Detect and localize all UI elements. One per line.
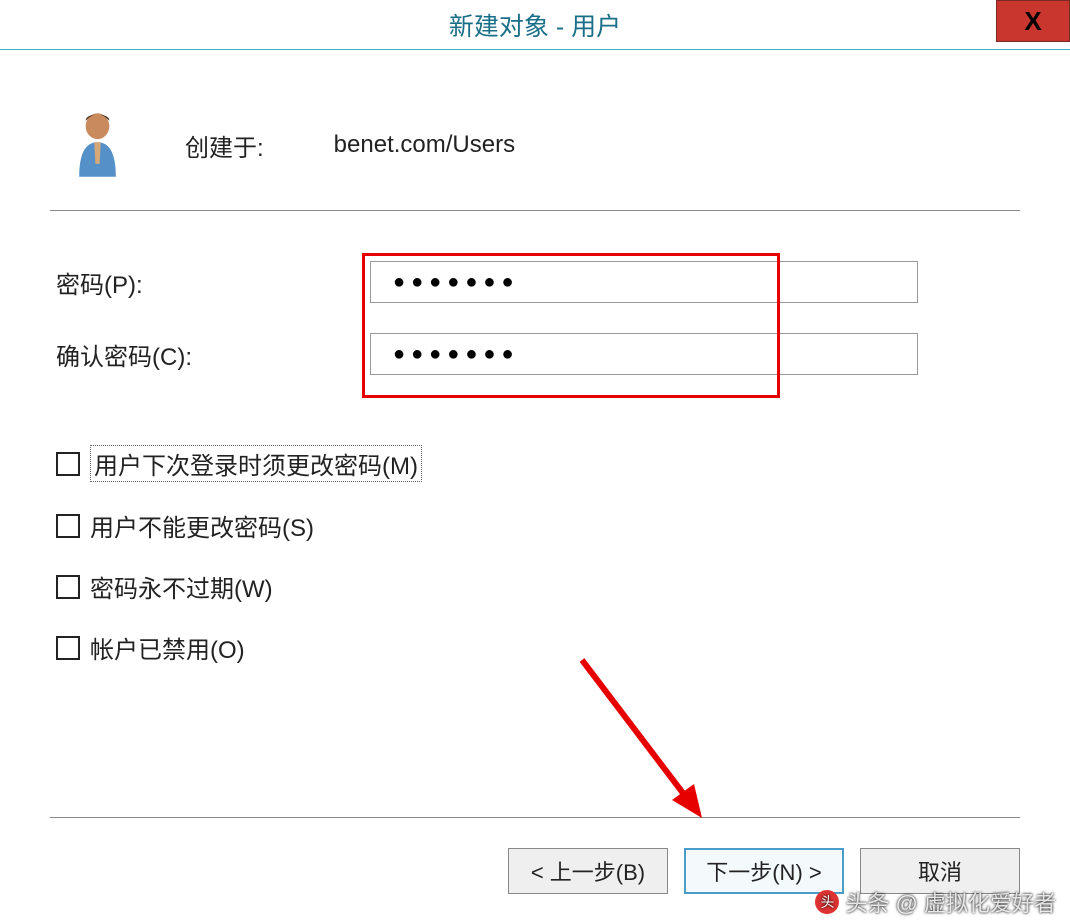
footer-divider <box>50 817 1020 818</box>
checkbox-label: 密码永不过期(W) <box>90 569 273 604</box>
checkbox-icon <box>56 636 80 660</box>
checkbox-icon <box>56 452 80 476</box>
window-title: 新建对象 - 用户 <box>449 7 621 43</box>
checkbox-change-password-next-logon[interactable]: 用户下次登录时须更改密码(M) <box>56 445 1020 482</box>
checkbox-label: 用户下次登录时须更改密码(M) <box>90 445 422 482</box>
dialog-content: 创建于: benet.com/Users 密码(P): 确认密码(C): 用户下… <box>0 50 1070 665</box>
titlebar: 新建对象 - 用户 X <box>0 0 1070 50</box>
close-button[interactable]: X <box>996 0 1070 42</box>
confirm-password-label: 确认密码(C): <box>50 337 370 372</box>
created-in-value: benet.com/Users <box>334 131 515 159</box>
form-area: 密码(P): 确认密码(C): 用户下次登录时须更改密码(M) 用户不能更改密码… <box>50 211 1020 665</box>
checkbox-icon <box>56 575 80 599</box>
header-row: 创建于: benet.com/Users <box>50 90 1020 210</box>
password-input[interactable] <box>370 261 918 303</box>
checkbox-account-disabled[interactable]: 帐户已禁用(O) <box>56 630 1020 665</box>
arrow-annotation <box>562 640 742 840</box>
password-row: 密码(P): <box>50 261 1020 303</box>
checkbox-label: 帐户已禁用(O) <box>90 630 245 665</box>
checkbox-cannot-change-password[interactable]: 用户不能更改密码(S) <box>56 508 1020 543</box>
checkbox-group: 用户下次登录时须更改密码(M) 用户不能更改密码(S) 密码永不过期(W) 帐户… <box>50 405 1020 665</box>
password-label: 密码(P): <box>50 265 370 300</box>
checkbox-icon <box>56 514 80 538</box>
checkbox-label: 用户不能更改密码(S) <box>90 508 314 543</box>
checkbox-password-never-expires[interactable]: 密码永不过期(W) <box>56 569 1020 604</box>
watermark-text: 头条 @ 虚拟化爱好者 <box>845 886 1056 918</box>
confirm-password-input[interactable] <box>370 333 918 375</box>
watermark-logo-icon: 头 <box>815 890 839 914</box>
created-in-label: 创建于: <box>185 128 264 163</box>
watermark: 头 头条 @ 虚拟化爱好者 <box>815 886 1056 918</box>
close-icon: X <box>1024 6 1041 37</box>
confirm-password-row: 确认密码(C): <box>50 333 1020 375</box>
footer: < 上一步(B) 下一步(N) > 取消 <box>50 817 1020 894</box>
user-icon <box>70 110 125 180</box>
back-button[interactable]: < 上一步(B) <box>508 848 668 894</box>
